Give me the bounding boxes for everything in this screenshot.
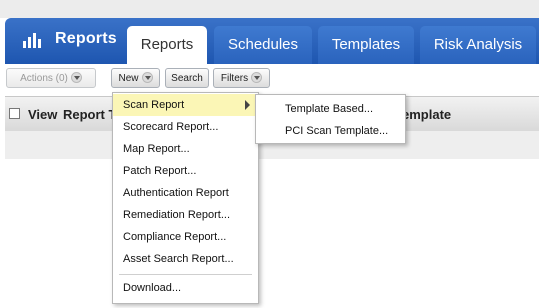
menu-item-patch-report[interactable]: Patch Report...: [113, 160, 258, 182]
menu-item-download[interactable]: Download...: [113, 277, 258, 299]
column-view[interactable]: View: [28, 107, 57, 122]
submenu-item-template-based[interactable]: Template Based...: [256, 98, 405, 120]
tab-risk-analysis[interactable]: Risk Analysis: [420, 26, 536, 64]
actions-button[interactable]: Actions (0): [6, 68, 96, 88]
module-brand: Reports: [23, 28, 117, 50]
toolbar: Actions (0) New Search Filters: [0, 64, 539, 96]
new-label: New: [118, 73, 139, 84]
tab-reports[interactable]: Reports: [127, 26, 207, 64]
menu-item-label: Scan Report: [123, 99, 185, 111]
bar-chart-icon: [23, 30, 49, 48]
menu-item-remediation-report[interactable]: Remediation Report...: [113, 204, 258, 226]
chevron-down-icon: [141, 71, 153, 83]
chevron-right-icon: [245, 100, 250, 110]
search-button[interactable]: Search: [165, 68, 209, 88]
tab-templates[interactable]: Templates: [318, 26, 414, 64]
menu-item-authentication-report[interactable]: Authentication Report: [113, 182, 258, 204]
new-dropdown-menu: Scan Report Scorecard Report... Map Repo…: [112, 92, 259, 304]
menu-item-compliance-report[interactable]: Compliance Report...: [113, 226, 258, 248]
actions-label: Actions (0): [20, 73, 68, 84]
new-button[interactable]: New: [111, 68, 160, 88]
tab-schedules[interactable]: Schedules: [214, 26, 312, 64]
filters-button[interactable]: Filters: [213, 68, 270, 88]
chevron-down-icon: [251, 71, 263, 83]
menu-item-asset-search-report[interactable]: Asset Search Report...: [113, 248, 258, 270]
module-tab-bar: Reports Reports Schedules Templates Risk…: [5, 18, 539, 64]
filters-label: Filters: [220, 73, 249, 84]
scan-report-submenu: Template Based... PCI Scan Template...: [255, 94, 406, 144]
menu-item-map-report[interactable]: Map Report...: [113, 138, 258, 160]
select-all-checkbox[interactable]: [9, 108, 20, 119]
column-template[interactable]: emplate: [402, 107, 451, 122]
menu-item-scan-report[interactable]: Scan Report: [113, 94, 258, 116]
top-strip: [0, 0, 539, 18]
module-title: Reports: [55, 30, 117, 47]
menu-separator: [119, 274, 252, 275]
menu-item-scorecard-report[interactable]: Scorecard Report...: [113, 116, 258, 138]
submenu-item-pci-scan-template[interactable]: PCI Scan Template...: [256, 120, 405, 142]
chevron-down-icon: [70, 71, 82, 83]
